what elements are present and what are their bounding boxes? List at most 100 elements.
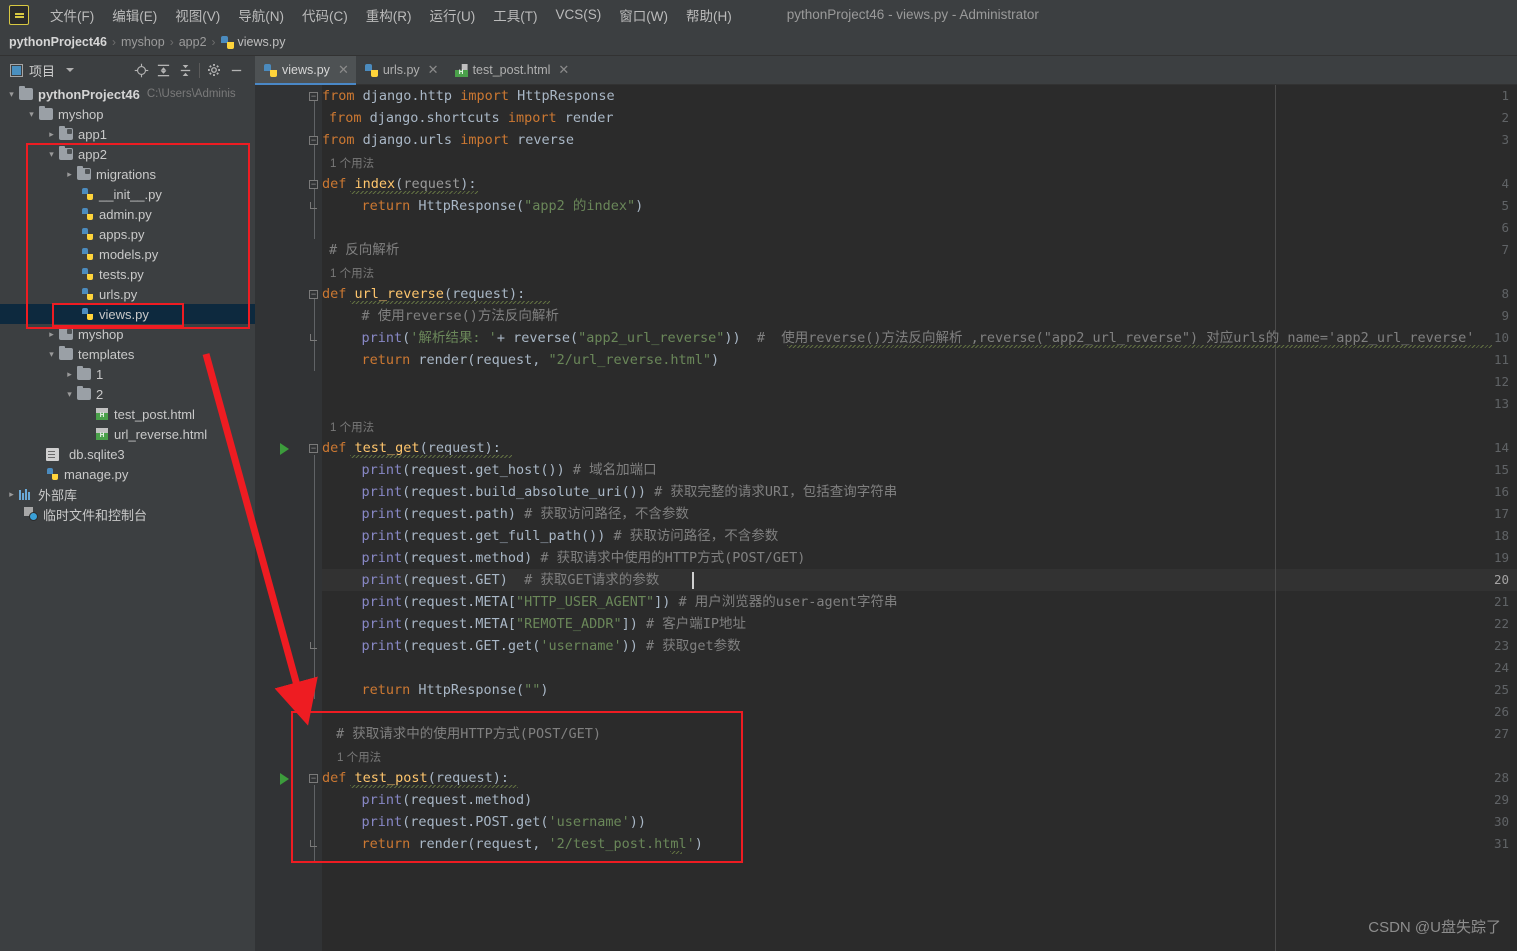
tree-item-project-root[interactable]: ▾ pythonProject46 C:\Users\Adminis [0,84,255,104]
tree-item-label: db.sqlite3 [69,446,125,462]
project-panel-title[interactable]: 项目 [10,61,75,80]
menu-code[interactable]: 代码(C) [293,2,357,28]
annotation-box-views-py [52,303,184,327]
folder-module-icon [59,326,73,340]
tree-item-url-reverse-html[interactable]: url_reverse.html [0,424,255,444]
tab-views-py[interactable]: views.py ✕ [255,56,356,85]
chevron-down-icon[interactable]: ▾ [6,89,17,100]
menu-edit[interactable]: 编辑(E) [103,2,166,28]
code-line-7: # 反向解析 [329,242,400,258]
tree-item-label: 2 [96,386,104,402]
menu-file[interactable]: 文件(F) [41,2,103,28]
code-line-21: print(request.META["HTTP_USER_AGENT"]) #… [361,594,898,610]
fold-end-icon [310,334,317,341]
fold-marker-icon[interactable]: − [309,136,318,145]
gear-icon[interactable] [203,59,225,81]
tree-item-label: 1 [96,366,104,382]
usage-hint[interactable]: 1 个用法 [330,265,374,281]
annotation-box-app2-tree [26,143,250,329]
breadcrumb-myshop[interactable]: myshop [121,35,165,49]
run-function-icon[interactable] [280,773,289,785]
usage-hint[interactable]: 1 个用法 [330,155,374,171]
project-icon [10,63,23,77]
folder-module-icon [59,126,73,140]
chevron-down-icon[interactable]: ▾ [26,109,37,120]
code-line-11: return render(request, "2/url_reverse.ht… [361,352,720,368]
close-icon[interactable]: ✕ [558,62,569,78]
tree-item-templates-2[interactable]: ▾ 2 [0,384,255,404]
code-line-18: print(request.get_full_path()) # 获取访问路径，… [361,528,779,544]
tree-item-templates-1[interactable]: ▸ 1 [0,364,255,384]
menu-run[interactable]: 运行(U) [421,2,485,28]
locate-icon[interactable] [130,59,152,81]
tree-item-label: 临时文件和控制台 [43,507,148,523]
tree-item-manage-py[interactable]: manage.py [0,464,255,484]
chevron-right-icon[interactable]: ▸ [46,329,57,340]
tree-item-label: 外部库 [38,487,78,503]
python-file-icon [220,35,234,49]
tree-item-scratches[interactable]: 临时文件和控制台 [0,504,255,524]
chevron-down-icon[interactable] [66,68,75,72]
collapse-all-icon[interactable] [174,59,196,81]
breadcrumb-separator: › [111,35,116,49]
breadcrumb-file[interactable]: views.py [220,35,286,49]
tab-test-post-html[interactable]: test_post.html ✕ [446,56,577,84]
code-line-19: print(request.method) # 获取请求中使用的HTTP方式(P… [361,550,806,566]
hide-panel-icon[interactable] [225,59,247,81]
text-caret [692,572,694,589]
tree-item-test-post-html[interactable]: test_post.html [0,404,255,424]
tab-label: test_post.html [472,63,551,77]
menu-bar: 文件(F) 编辑(E) 视图(V) 导航(N) 代码(C) 重构(R) 运行(U… [0,0,1517,30]
chevron-down-icon[interactable]: ▾ [64,389,75,400]
folder-icon [59,346,73,360]
menu-window[interactable]: 窗口(W) [610,2,677,28]
chevron-right-icon[interactable]: ▸ [46,129,57,140]
close-icon[interactable]: ✕ [428,62,439,78]
menu-tools[interactable]: 工具(T) [484,2,546,28]
chevron-right-icon[interactable]: ▸ [6,489,17,500]
window-title: pythonProject46 - views.py - Administrat… [786,7,1039,22]
fold-marker-icon[interactable]: − [309,290,318,299]
tree-item-db-sqlite3[interactable]: db.sqlite3 [0,444,255,464]
breadcrumb-app2[interactable]: app2 [179,35,207,49]
breadcrumb-file-label: views.py [237,35,286,49]
menu-view[interactable]: 视图(V) [166,2,229,28]
fold-marker-icon[interactable]: − [309,444,318,453]
menu-navigate[interactable]: 导航(N) [229,2,293,28]
tree-item-label: manage.py [64,466,129,482]
annotation-box-test-post [291,711,743,863]
code-line-25: return HttpResponse("") [361,682,549,698]
tree-item-templates[interactable]: ▾ templates [0,344,255,364]
breadcrumb-root[interactable]: pythonProject46 [9,35,107,49]
expand-all-icon[interactable] [152,59,174,81]
database-file-icon [46,447,59,461]
tab-urls-py[interactable]: urls.py ✕ [356,56,446,84]
tree-item-myshop[interactable]: ▾ myshop [0,104,255,124]
tree-item-label: templates [78,346,135,362]
menu-refactor[interactable]: 重构(R) [357,2,421,28]
folder-icon [39,106,53,120]
project-panel-header: 项目 [0,56,255,84]
menu-vcs[interactable]: VCS(S) [547,4,611,25]
fold-marker-icon[interactable]: − [309,180,318,189]
code-line-3: from django.urls import reverse [322,132,574,148]
run-function-icon[interactable] [280,443,289,455]
tab-label: views.py [282,63,330,77]
fold-marker-icon[interactable]: − [309,92,318,101]
chevron-right-icon[interactable]: ▸ [64,369,75,380]
usage-hint[interactable]: 1 个用法 [330,419,374,435]
close-icon[interactable]: ✕ [338,62,349,78]
chevron-down-icon[interactable]: ▾ [46,349,57,360]
code-line-17: print(request.path) # 获取访问路径，不含参数 [361,506,689,522]
pycharm-logo-icon [9,4,29,25]
menu-help[interactable]: 帮助(H) [677,2,741,28]
project-panel-title-label: 项目 [29,63,56,79]
tree-item-external-libraries[interactable]: ▸ 外部库 [0,484,255,504]
html-file-icon [96,407,109,421]
tree-item-label: pythonProject46 [38,86,140,102]
pycharm-window: 文件(F) 编辑(E) 视图(V) 导航(N) 代码(C) 重构(R) 运行(U… [0,0,1517,951]
breadcrumb: pythonProject46 › myshop › app2 › views.… [0,29,1517,56]
tree-item-app1[interactable]: ▸ app1 [0,124,255,144]
tab-label: urls.py [382,63,420,77]
code-line-23: print(request.GET.get('username')) # 获取g… [361,638,741,654]
